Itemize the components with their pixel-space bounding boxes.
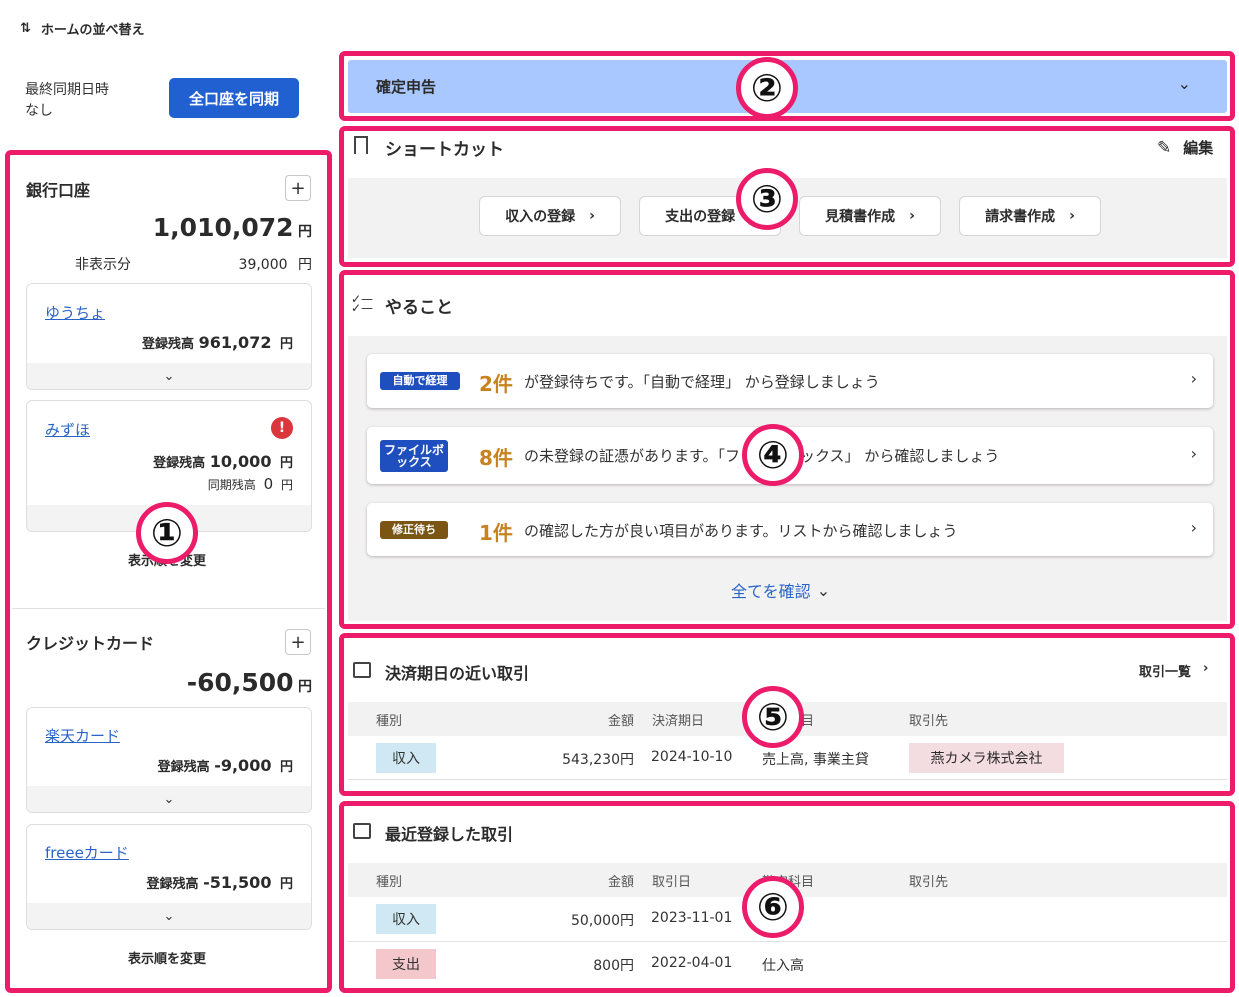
- marker-4: ④: [742, 424, 804, 486]
- marker-1: ①: [136, 502, 198, 564]
- sync-all-button[interactable]: 全口座を同期: [169, 78, 299, 118]
- marker-5: ⑤: [742, 686, 804, 748]
- sort-arrows-icon: ⇅: [20, 21, 31, 36]
- sort-home-button[interactable]: ⇅ ホームの並べ替え: [20, 19, 145, 38]
- marker-2: ②: [736, 57, 798, 119]
- sort-home-label: ホームの並べ替え: [40, 23, 145, 38]
- marker-3: ③: [736, 168, 798, 230]
- last-sync-label: 最終同期日時: [25, 82, 109, 98]
- last-sync-value: なし: [25, 103, 53, 119]
- marker-6: ⑥: [742, 876, 804, 938]
- highlight-box-1: [5, 150, 332, 993]
